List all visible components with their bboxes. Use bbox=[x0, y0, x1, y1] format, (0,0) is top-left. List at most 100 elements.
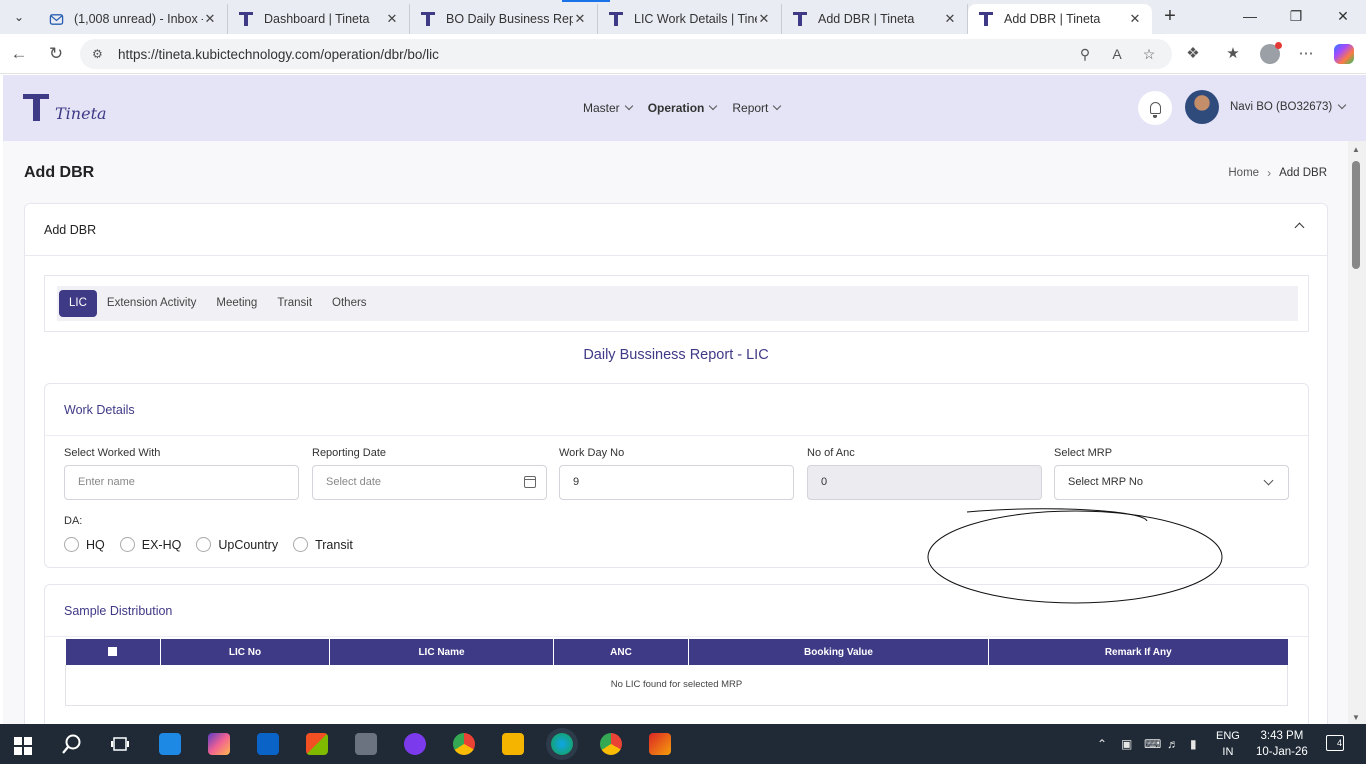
browser-tab-inbox[interactable]: (1,008 unread) - Inbox - ✕ bbox=[38, 4, 228, 34]
lic-table: LIC No LIC Name ANC Booking Value Remark… bbox=[65, 639, 1288, 706]
volume-icon[interactable]: ♬ bbox=[1167, 737, 1179, 751]
search-icon[interactable] bbox=[61, 733, 83, 755]
tab-actions-chevron-icon[interactable]: ⌄ bbox=[8, 7, 30, 27]
app-icon[interactable] bbox=[649, 733, 671, 755]
file-explorer-icon[interactable] bbox=[502, 733, 524, 755]
field-label: Work Day No bbox=[559, 447, 625, 459]
close-tab-icon[interactable]: ✕ bbox=[573, 11, 587, 27]
scroll-down-icon[interactable]: ▼ bbox=[1352, 713, 1360, 722]
input-indicator-icon[interactable]: ⌨ bbox=[1144, 737, 1161, 751]
clock-date: 10-Jan-26 bbox=[1256, 746, 1308, 758]
notifications-button[interactable] bbox=[1138, 91, 1172, 125]
radio-label: UpCountry bbox=[218, 537, 279, 552]
chrome-icon[interactable] bbox=[453, 733, 475, 755]
browser-tab-title: Add DBR | Tineta bbox=[1004, 12, 1101, 26]
date-placeholder: Select date bbox=[326, 476, 382, 488]
tab-transit[interactable]: Transit bbox=[267, 290, 322, 317]
nav-master[interactable]: Master bbox=[583, 101, 633, 115]
work-details-section: Work Details Select Worked With Enter na… bbox=[44, 383, 1309, 568]
card-header[interactable]: Add DBR bbox=[25, 204, 1327, 256]
radio-transit[interactable]: Transit bbox=[293, 537, 353, 552]
reporting-date-input[interactable]: Select date bbox=[312, 465, 547, 500]
page-scrollbar[interactable]: ▲ ▼ bbox=[1348, 141, 1366, 724]
windows-start-icon[interactable] bbox=[14, 737, 32, 755]
tab-extension-activity[interactable]: Extension Activity bbox=[97, 290, 206, 317]
work-day-no-field: Work Day No 9 bbox=[559, 447, 794, 500]
favorites-icon[interactable]: ★ bbox=[1223, 44, 1243, 64]
radio-circle[interactable] bbox=[196, 537, 212, 552]
radio-upcountry[interactable]: UpCountry bbox=[196, 537, 278, 552]
close-tab-icon[interactable]: ✕ bbox=[1128, 11, 1142, 27]
zoom-icon[interactable]: ⚲ bbox=[1076, 45, 1094, 63]
radio-hq[interactable]: HQ bbox=[64, 537, 105, 552]
radio-circle[interactable] bbox=[64, 537, 79, 552]
refresh-icon[interactable]: ↻ bbox=[45, 43, 67, 65]
select-all-checkbox[interactable] bbox=[108, 647, 118, 657]
nav-report[interactable]: Report bbox=[732, 101, 782, 115]
work-day-no-input[interactable]: 9 bbox=[559, 465, 794, 500]
browser-tab-dashboard[interactable]: Dashboard | Tineta ✕ bbox=[228, 4, 410, 34]
edge-icon[interactable] bbox=[551, 733, 573, 755]
scrollbar-thumb[interactable] bbox=[1352, 161, 1360, 269]
chevron-down-icon bbox=[773, 101, 782, 111]
minimize-window-icon[interactable]: — bbox=[1240, 6, 1260, 26]
nav-operation[interactable]: Operation bbox=[648, 101, 718, 115]
tab-meeting[interactable]: Meeting bbox=[206, 290, 267, 317]
task-view-icon[interactable] bbox=[109, 733, 131, 755]
user-menu[interactable]: Navi BO (BO32673) bbox=[1230, 100, 1347, 113]
close-tab-icon[interactable]: ✕ bbox=[943, 11, 957, 27]
address-bar[interactable]: ⚙ https://tineta.kubictechnology.com/ope… bbox=[80, 39, 1172, 69]
mrp-selected-value: Select MRP No bbox=[1068, 476, 1143, 488]
reporting-date-field: Reporting Date Select date bbox=[312, 447, 547, 500]
calculator-icon[interactable] bbox=[355, 733, 377, 755]
close-tab-icon[interactable]: ✕ bbox=[385, 11, 399, 27]
tab-lic[interactable]: LIC bbox=[59, 290, 97, 317]
outlook-icon[interactable] bbox=[257, 733, 279, 755]
battery-icon[interactable]: ▮ bbox=[1190, 737, 1197, 751]
extensions-icon[interactable]: ❖ bbox=[1183, 44, 1203, 64]
radio-circle[interactable] bbox=[119, 537, 135, 552]
chevron-up-icon[interactable] bbox=[1294, 222, 1305, 233]
vscode-icon[interactable] bbox=[159, 733, 181, 755]
tray-overflow-chevron-icon[interactable]: ⌃ bbox=[1097, 737, 1107, 751]
language-indicator[interactable]: ENG IN bbox=[1216, 728, 1240, 760]
favorite-star-icon[interactable]: ☆ bbox=[1140, 45, 1158, 63]
tab-others[interactable]: Others bbox=[322, 290, 377, 317]
copilot-app-icon[interactable] bbox=[208, 733, 230, 755]
language-code: ENG bbox=[1216, 730, 1240, 742]
radio-label: EX-HQ bbox=[141, 537, 182, 552]
read-aloud-icon[interactable]: A bbox=[1108, 45, 1126, 63]
media-app-icon[interactable] bbox=[404, 733, 426, 755]
column-header: ANC bbox=[553, 639, 689, 665]
close-tab-icon[interactable]: ✕ bbox=[757, 11, 771, 27]
chrome-profile-icon[interactable] bbox=[600, 733, 622, 755]
breadcrumb-home[interactable]: Home bbox=[1228, 167, 1259, 179]
user-avatar[interactable] bbox=[1185, 90, 1219, 124]
scroll-up-icon[interactable]: ▲ bbox=[1352, 145, 1360, 154]
browser-tab-add-dbr-active[interactable]: Add DBR | Tineta ✕ bbox=[968, 4, 1152, 34]
site-info-icon[interactable]: ⚙ bbox=[92, 47, 108, 61]
system-clock[interactable]: 3:43 PM 10-Jan-26 bbox=[1256, 728, 1308, 760]
back-arrow-icon[interactable]: ← bbox=[8, 43, 30, 65]
notification-center-icon[interactable]: 4 bbox=[1326, 735, 1344, 751]
meet-now-icon[interactable]: ▣ bbox=[1121, 737, 1132, 751]
browser-tab-bo-daily[interactable]: BO Daily Business Repo ✕ bbox=[410, 4, 598, 34]
close-tab-icon[interactable]: ✕ bbox=[203, 11, 217, 27]
profile-avatar-icon[interactable] bbox=[1260, 42, 1282, 64]
worked-with-input[interactable]: Enter name bbox=[64, 465, 299, 500]
browser-tab-lic-work[interactable]: LIC Work Details | Tinet ✕ bbox=[598, 4, 782, 34]
browser-tab-add-dbr-1[interactable]: Add DBR | Tineta ✕ bbox=[782, 4, 968, 34]
copilot-icon[interactable] bbox=[1334, 44, 1354, 64]
mrp-select[interactable]: Select MRP No bbox=[1054, 465, 1289, 500]
more-menu-icon[interactable]: ⋯ bbox=[1296, 44, 1316, 64]
new-tab-button[interactable]: + bbox=[1160, 5, 1180, 27]
tineta-logo[interactable]: Tineta bbox=[23, 92, 113, 126]
browser-toolbar: ← ↻ ⚙ https://tineta.kubictechnology.com… bbox=[0, 34, 1366, 74]
field-label: Select MRP bbox=[1054, 447, 1113, 459]
calendar-icon[interactable] bbox=[524, 476, 536, 488]
restore-window-icon[interactable]: ❐ bbox=[1286, 6, 1306, 26]
radio-circle[interactable] bbox=[293, 537, 309, 552]
close-window-icon[interactable]: ✕ bbox=[1333, 6, 1353, 26]
store-icon[interactable] bbox=[306, 733, 328, 755]
radio-ex-hq[interactable]: EX-HQ bbox=[119, 537, 182, 552]
